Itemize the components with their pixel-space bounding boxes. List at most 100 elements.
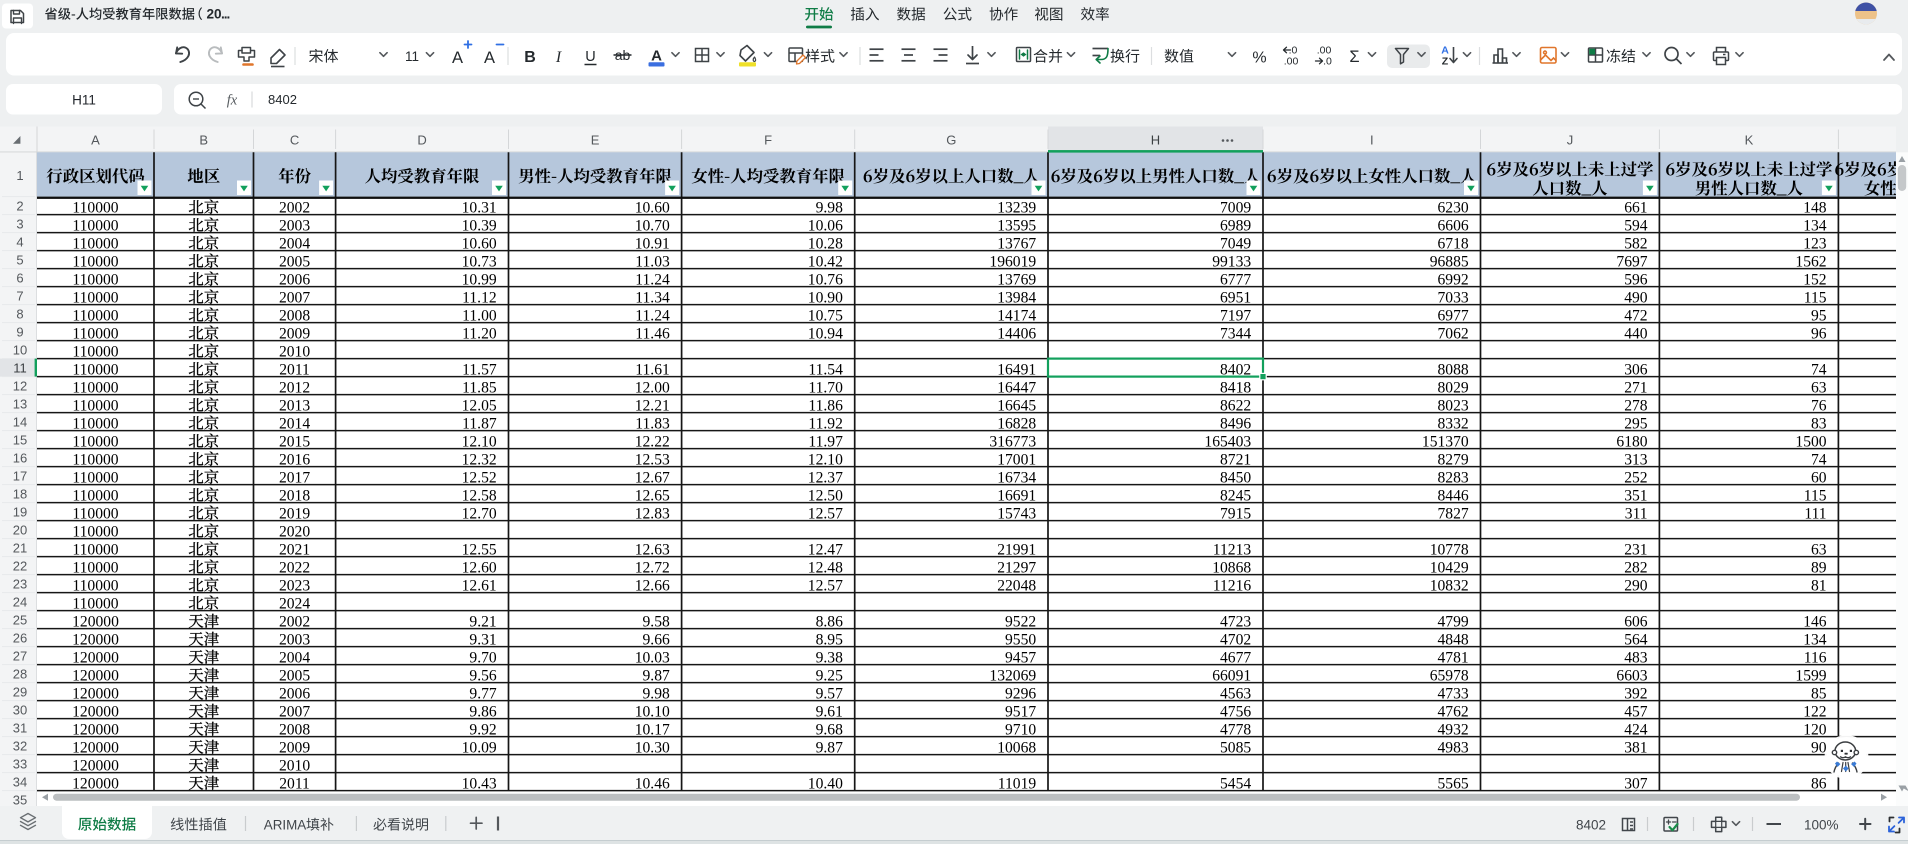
svg-text:7827: 7827 (1438, 506, 1469, 523)
svg-text:151370: 151370 (1422, 434, 1469, 451)
svg-text:4733: 4733 (1438, 686, 1469, 703)
svg-text:7697: 7697 (1616, 254, 1647, 271)
svg-text:120000: 120000 (72, 650, 119, 667)
svg-text:63: 63 (1811, 380, 1827, 397)
svg-text:9457: 9457 (1005, 650, 1036, 667)
svg-text:10.06: 10.06 (808, 218, 843, 235)
svg-text:21: 21 (13, 540, 27, 555)
svg-text:351: 351 (1624, 488, 1647, 505)
svg-text:I: I (555, 49, 562, 66)
svg-text:21991: 21991 (997, 542, 1036, 559)
svg-text:6603: 6603 (1616, 668, 1647, 685)
svg-text:457: 457 (1624, 704, 1648, 721)
svg-text:2021: 2021 (279, 542, 310, 559)
svg-text:fx: fx (227, 93, 238, 109)
svg-text:9.92: 9.92 (469, 722, 496, 739)
svg-text:8622: 8622 (1220, 398, 1251, 415)
svg-text:582: 582 (1624, 236, 1647, 253)
svg-text:4778: 4778 (1220, 722, 1251, 739)
svg-text:12.63: 12.63 (635, 542, 670, 559)
svg-text:12.61: 12.61 (462, 578, 497, 595)
svg-text:35: 35 (13, 792, 27, 807)
svg-text:4983: 4983 (1438, 740, 1469, 757)
svg-text:A: A (484, 49, 495, 67)
svg-text:24: 24 (13, 594, 27, 609)
svg-text:9.61: 9.61 (816, 704, 843, 721)
svg-text:110000: 110000 (72, 236, 118, 253)
svg-text:12.22: 12.22 (635, 434, 670, 451)
svg-text:11.54: 11.54 (808, 362, 843, 379)
svg-text:7: 7 (16, 288, 23, 303)
svg-text:10068: 10068 (997, 740, 1036, 757)
svg-text:11.83: 11.83 (635, 416, 670, 433)
svg-text:311: 311 (1625, 506, 1648, 523)
svg-text:4756: 4756 (1220, 704, 1251, 721)
svg-text:2009: 2009 (279, 326, 310, 343)
svg-text:12.55: 12.55 (462, 542, 497, 559)
svg-text:23: 23 (13, 576, 27, 591)
svg-text:110000: 110000 (72, 380, 118, 397)
svg-text:96: 96 (1811, 326, 1827, 343)
svg-text:12.37: 12.37 (808, 470, 843, 487)
svg-text:10.46: 10.46 (635, 776, 670, 793)
svg-text:146: 146 (1803, 614, 1827, 631)
svg-text:2006: 2006 (279, 686, 310, 703)
svg-text:9: 9 (16, 324, 23, 339)
svg-text:316773: 316773 (989, 434, 1036, 451)
svg-text:110000: 110000 (72, 416, 118, 433)
svg-text:7009: 7009 (1220, 200, 1251, 217)
svg-text:83: 83 (1811, 416, 1827, 433)
svg-text:10868: 10868 (1212, 560, 1251, 577)
svg-text:483: 483 (1624, 650, 1648, 667)
svg-text:4762: 4762 (1438, 704, 1469, 721)
svg-text:7062: 7062 (1438, 326, 1469, 343)
svg-text:12.50: 12.50 (808, 488, 843, 505)
svg-text:10.31: 10.31 (462, 200, 497, 217)
svg-text:65978: 65978 (1430, 668, 1469, 685)
svg-text:95: 95 (1811, 308, 1827, 325)
svg-text:2009: 2009 (279, 740, 310, 757)
svg-text:3: 3 (16, 216, 23, 231)
svg-text:7344: 7344 (1220, 326, 1251, 343)
svg-text:16: 16 (13, 450, 27, 465)
svg-text:13769: 13769 (997, 272, 1036, 289)
svg-text:8029: 8029 (1438, 380, 1469, 397)
svg-text:9.70: 9.70 (469, 650, 496, 667)
svg-text:12.32: 12.32 (462, 452, 497, 469)
svg-text:K: K (1745, 132, 1754, 147)
svg-text:110000: 110000 (72, 308, 118, 325)
svg-text:29: 29 (13, 684, 27, 699)
svg-text:4723: 4723 (1220, 614, 1251, 631)
svg-text:2005: 2005 (279, 254, 310, 271)
svg-text:120: 120 (1803, 722, 1827, 739)
svg-text:1: 1 (16, 168, 23, 183)
svg-text:11213: 11213 (1213, 542, 1252, 559)
svg-text:110000: 110000 (72, 560, 118, 577)
svg-text:196019: 196019 (989, 254, 1036, 271)
svg-text:11.12: 11.12 (462, 290, 497, 307)
svg-text:11.97: 11.97 (808, 434, 843, 451)
svg-text:30: 30 (13, 702, 27, 717)
svg-text:8450: 8450 (1220, 470, 1251, 487)
svg-text:32: 32 (13, 738, 27, 753)
svg-text:2008: 2008 (279, 722, 310, 739)
svg-text:596: 596 (1624, 272, 1648, 289)
svg-text:9.56: 9.56 (469, 668, 496, 685)
svg-text:282: 282 (1624, 560, 1647, 577)
svg-text:9.87: 9.87 (643, 668, 670, 685)
svg-text:110000: 110000 (72, 542, 118, 559)
svg-text:28: 28 (13, 666, 27, 681)
svg-text:9.68: 9.68 (816, 722, 843, 739)
svg-text:12.10: 12.10 (808, 452, 843, 469)
svg-text:13239: 13239 (997, 200, 1036, 217)
svg-text:H: H (1151, 132, 1160, 147)
svg-text:9.66: 9.66 (643, 632, 670, 649)
svg-text:5: 5 (16, 252, 23, 267)
svg-text:10.09: 10.09 (462, 740, 497, 757)
svg-text:2023: 2023 (279, 578, 310, 595)
svg-text:606: 606 (1624, 614, 1648, 631)
svg-text:85: 85 (1811, 686, 1827, 703)
svg-text:120000: 120000 (72, 776, 119, 793)
svg-text:110000: 110000 (72, 272, 118, 289)
svg-text:66091: 66091 (1212, 668, 1251, 685)
